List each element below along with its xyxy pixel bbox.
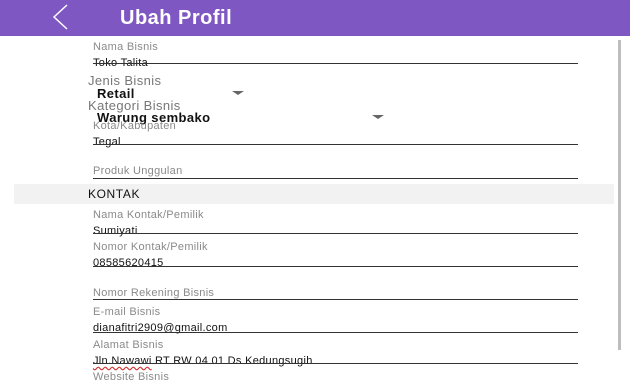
alamat-input[interactable]: Jln.Nawawi RT RW 04 01 Ds Kedungsugih [93, 354, 578, 368]
website-field[interactable]: Website Bisnis [93, 371, 578, 384]
nama-kontak-input[interactable]: Sumiyati [93, 224, 578, 238]
field-underline [93, 363, 578, 364]
chevron-left-icon [52, 4, 68, 30]
app-bar: Ubah Profil [0, 0, 630, 36]
field-label: Produk Unggulan [93, 165, 183, 177]
profile-form: Nama Bisnis Toko Talita Jenis Bisnis Ret… [0, 36, 630, 383]
field-label: Nama Kontak/Pemilik [93, 209, 204, 221]
field-label: Nomor Kontak/Pemilik [93, 241, 208, 253]
field-underline [93, 332, 578, 333]
nomor-kontak-input[interactable]: 08585620415 [93, 256, 578, 270]
field-underline [93, 63, 578, 64]
alamat-text: RT RW 04 01 Ds Kedungsugih [151, 355, 313, 367]
back-button[interactable] [46, 2, 76, 32]
email-field[interactable]: E-mail Bisnis dianafitri2909@gmail.com [93, 306, 578, 335]
kota-kabupaten-input[interactable]: Tegal [93, 135, 578, 149]
page-title: Ubah Profil [120, 7, 233, 29]
dropdown-caret-icon[interactable] [232, 91, 244, 95]
field-label: E-mail Bisnis [93, 306, 161, 318]
kontak-section-header: KONTAK [14, 184, 614, 204]
field-underline [93, 266, 578, 267]
produk-unggulan-field[interactable]: Produk Unggulan [93, 165, 578, 178]
field-underline [93, 178, 578, 179]
dropdown-caret-icon[interactable] [372, 115, 384, 119]
nama-bisnis-field[interactable]: Nama Bisnis Toko Talita [93, 41, 578, 70]
field-label: Kota/Kabupaten [93, 120, 177, 132]
scrollbar[interactable] [618, 40, 621, 350]
section-title: KONTAK [88, 187, 141, 201]
field-underline [93, 144, 578, 145]
spellcheck-word: Jln.Nawawi [93, 355, 152, 367]
field-underline [93, 233, 578, 234]
field-label: Alamat Bisnis [93, 339, 164, 351]
field-label: Nama Bisnis [93, 41, 159, 53]
field-label: Website Bisnis [93, 371, 170, 383]
field-underline [93, 299, 578, 300]
